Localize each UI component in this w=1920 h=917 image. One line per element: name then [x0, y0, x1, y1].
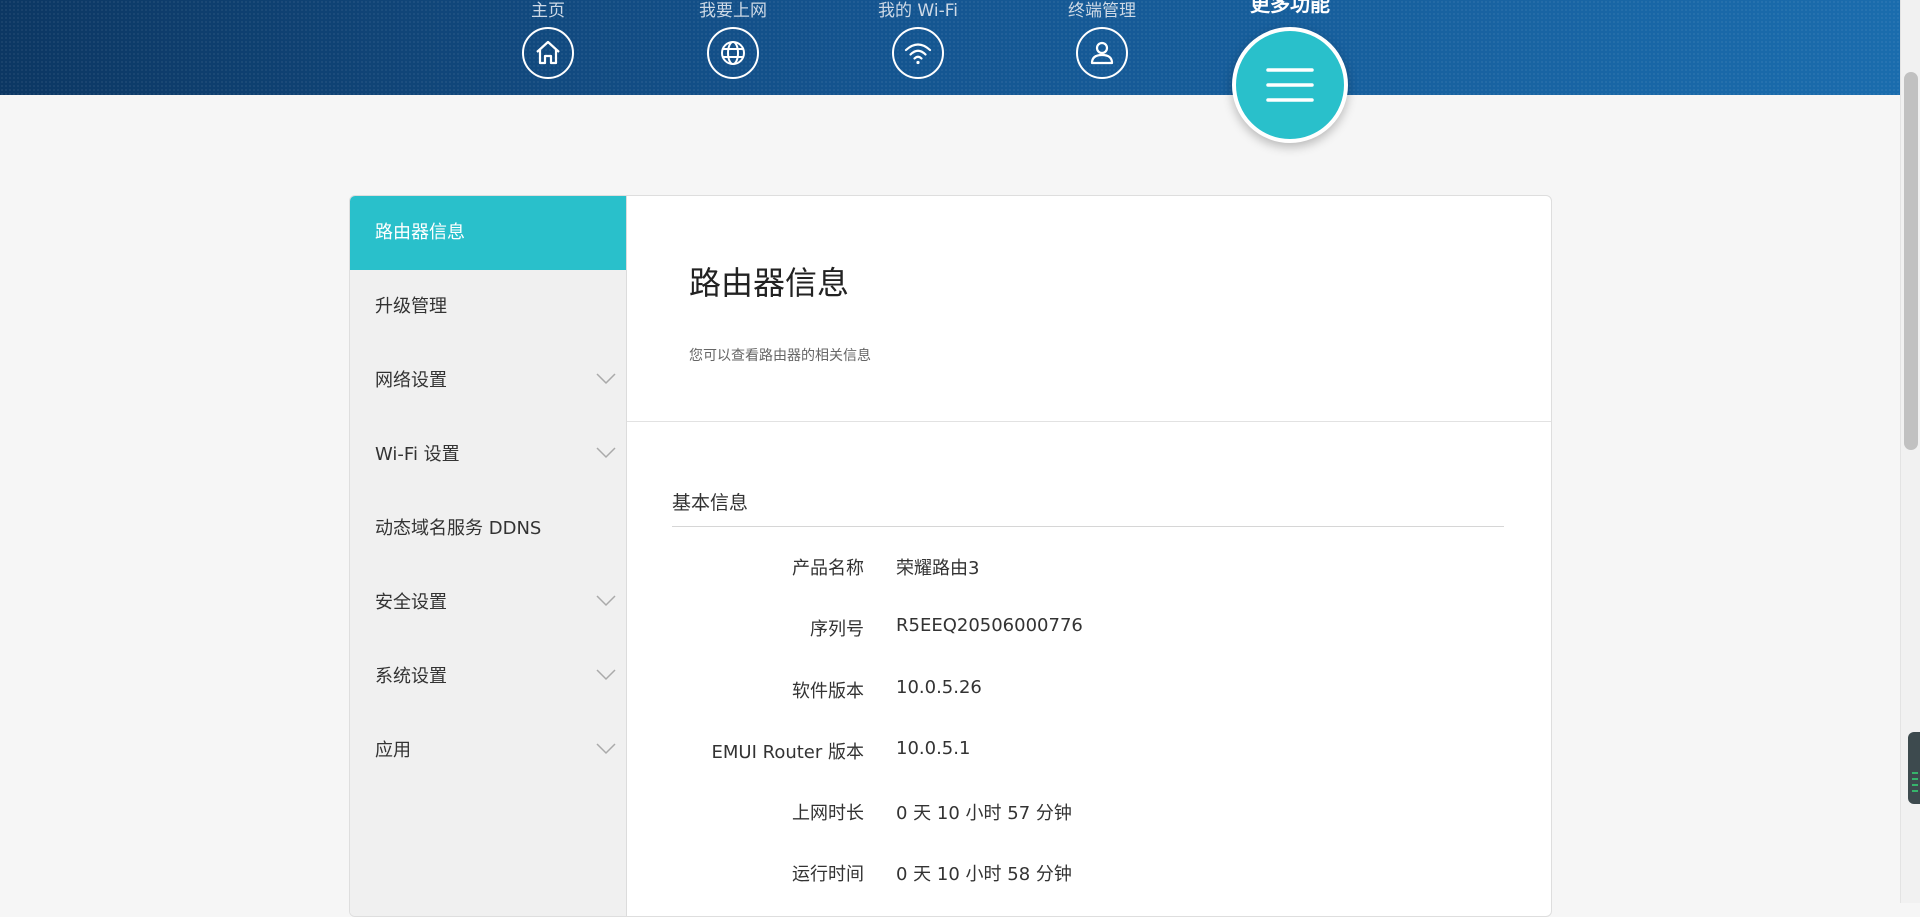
sidebar-item-security-settings[interactable]: 安全设置: [350, 566, 626, 640]
scrollbar-thumb[interactable]: [1904, 72, 1918, 450]
sidebar-item-network-settings[interactable]: 网络设置: [350, 344, 626, 418]
chevron-down-icon: [596, 447, 616, 459]
sidebar-item-label: 路由器信息: [375, 222, 465, 243]
router-info-panel: 路由器信息 升级管理 网络设置 Wi-Fi 设置 动态域名服务 DDNS 安全设…: [349, 195, 1552, 917]
nav-internet-label: 我要上网: [668, 1, 798, 21]
info-label: 软件版本: [792, 677, 864, 703]
info-row-serial-number: 序列号 R5EEQ20506000776: [627, 615, 1527, 645]
more-features-button[interactable]: [1232, 27, 1348, 143]
globe-icon[interactable]: [707, 27, 759, 79]
info-row-online-duration: 上网时长 0 天 10 小时 57 分钟: [627, 799, 1527, 829]
sidebar-item-label: 应用: [375, 740, 411, 761]
nav-my-wifi[interactable]: 我的 Wi-Fi: [853, 0, 983, 79]
more-features-label: 更多功能: [1240, 0, 1340, 17]
main-content: 路由器信息 您可以查看路由器的相关信息 基本信息 产品名称 荣耀路由3 序列号 …: [627, 196, 1551, 916]
info-value: 荣耀路由3: [896, 554, 979, 580]
info-row-emui-router-version: EMUI Router 版本 10.0.5.1: [627, 738, 1527, 768]
chevron-down-icon: [596, 373, 616, 385]
page-title: 路由器信息: [689, 258, 849, 304]
info-row-software-version: 软件版本 10.0.5.26: [627, 677, 1527, 707]
info-value: 10.0.5.1: [896, 738, 970, 759]
section-title-basic-info: 基本信息: [672, 488, 748, 515]
info-label: EMUI Router 版本: [712, 738, 864, 764]
nav-home-label: 主页: [483, 1, 613, 21]
nav-home[interactable]: 主页: [483, 0, 613, 79]
section-divider: [672, 526, 1504, 527]
sidebar: 路由器信息 升级管理 网络设置 Wi-Fi 设置 动态域名服务 DDNS 安全设…: [350, 196, 627, 916]
sidebar-item-system-settings[interactable]: 系统设置: [350, 640, 626, 714]
info-value: 10.0.5.26: [896, 677, 982, 698]
info-label: 产品名称: [792, 554, 864, 580]
nav-device-management-label: 终端管理: [1037, 1, 1167, 21]
sidebar-item-label: 网络设置: [375, 370, 447, 391]
sidebar-item-label: 动态域名服务 DDNS: [375, 518, 541, 539]
floating-widget[interactable]: [1908, 732, 1920, 804]
nav-device-management[interactable]: 终端管理: [1037, 0, 1167, 79]
home-icon[interactable]: [522, 27, 574, 79]
sidebar-item-ddns[interactable]: 动态域名服务 DDNS: [350, 492, 626, 566]
sidebar-item-label: Wi-Fi 设置: [375, 444, 460, 465]
info-value: 0 天 10 小时 57 分钟: [896, 799, 1072, 825]
info-value: R5EEQ20506000776: [896, 615, 1083, 636]
chevron-down-icon: [596, 743, 616, 755]
sidebar-item-label: 安全设置: [375, 592, 447, 613]
page-description: 您可以查看路由器的相关信息: [689, 345, 871, 365]
info-label: 序列号: [810, 615, 864, 641]
menu-icon: [1265, 64, 1315, 106]
info-row-product-name: 产品名称 荣耀路由3: [627, 554, 1527, 584]
nav-internet[interactable]: 我要上网: [668, 0, 798, 79]
sidebar-item-label: 升级管理: [375, 296, 447, 317]
user-icon[interactable]: [1076, 27, 1128, 79]
sidebar-item-label: 系统设置: [375, 666, 447, 687]
info-row-uptime: 运行时间 0 天 10 小时 58 分钟: [627, 860, 1527, 890]
top-navigation-bar: 主页 我要上网 我的 Wi-Fi: [0, 0, 1900, 95]
wifi-icon[interactable]: [892, 27, 944, 79]
nav-my-wifi-label: 我的 Wi-Fi: [853, 1, 983, 21]
chevron-down-icon: [596, 595, 616, 607]
info-label: 运行时间: [792, 860, 864, 886]
info-label: 上网时长: [792, 799, 864, 825]
info-value: 0 天 10 小时 58 分钟: [896, 860, 1072, 886]
sidebar-item-router-info[interactable]: 路由器信息: [350, 196, 626, 270]
sidebar-item-upgrade[interactable]: 升级管理: [350, 270, 626, 344]
chevron-down-icon: [596, 669, 616, 681]
sidebar-item-apps[interactable]: 应用: [350, 714, 626, 788]
sidebar-item-wifi-settings[interactable]: Wi-Fi 设置: [350, 418, 626, 492]
divider: [627, 421, 1551, 422]
